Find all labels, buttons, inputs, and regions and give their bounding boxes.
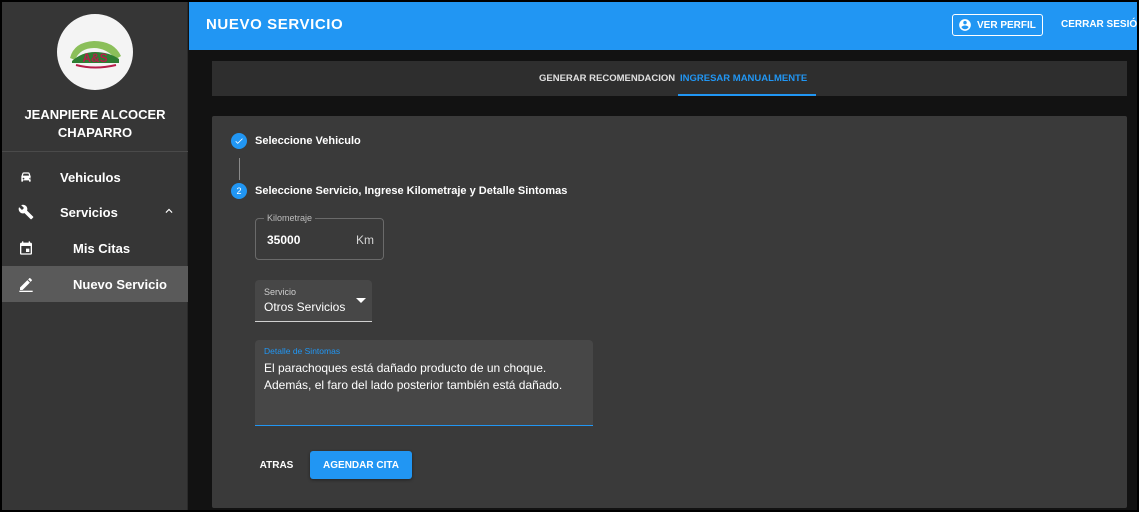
account-circle-icon	[959, 19, 971, 31]
calendar-icon	[20, 241, 32, 255]
detalle-sintomas-field[interactable]: Detalle de Sintomas El parachoques está …	[255, 340, 593, 426]
step-1-label[interactable]: Seleccione Vehiculo	[255, 135, 361, 147]
logout-button[interactable]: CERRAR SESIÓN	[1061, 19, 1137, 30]
schedule-appointment-button[interactable]: AGENDAR CITA	[310, 451, 412, 479]
app-window: A&S JEANPIERE ALCOCER CHAPARRO Vehiculos…	[0, 0, 1139, 512]
wrench-icon	[18, 204, 34, 220]
sidebar-item-label: Mis Citas	[73, 240, 131, 256]
kilometraje-field[interactable]: Kilometraje 35000 Km	[255, 213, 384, 260]
tab-bar: GENERAR RECOMENDACION INGRESAR MANUALMEN…	[212, 61, 1127, 96]
servicio-value: Otros Servicios	[264, 300, 346, 314]
tab-ingresar-manualmente[interactable]: INGRESAR MANUALMENTE	[680, 61, 807, 96]
detalle-sintomas-value[interactable]: El parachoques está dañado producto de u…	[264, 360, 589, 394]
user-name: JEANPIERE ALCOCER CHAPARRO	[24, 107, 166, 140]
sidebar-item-nuevo-servicio[interactable]: Nuevo Servicio	[2, 266, 188, 302]
view-profile-label: VER PERFIL	[977, 19, 1036, 31]
chevron-up-icon[interactable]	[162, 204, 176, 218]
step-complete-icon	[231, 133, 247, 149]
step-2-label: Seleccione Servicio, Ingrese Kilometraje…	[255, 185, 568, 197]
kilometraje-value[interactable]: 35000	[267, 233, 300, 247]
sidebar-item-label: Vehiculos	[60, 169, 121, 185]
pencil-icon	[19, 278, 33, 292]
sidebar-item-vehiculos[interactable]: Vehiculos	[2, 159, 188, 195]
tab-generar-recomendacion[interactable]: GENERAR RECOMENDACION	[539, 61, 675, 96]
dropdown-arrow-icon	[356, 298, 366, 303]
sidebar-item-label: Servicios	[60, 204, 118, 220]
sidebar-item-servicios[interactable]: Servicios	[2, 194, 188, 230]
servicio-label: Servicio	[264, 287, 297, 297]
company-logo: A&S	[57, 14, 133, 90]
top-app-bar: NUEVO SERVICIO VER PERFIL CERRAR SESIÓN	[189, 2, 1137, 50]
detalle-sintomas-label: Detalle de Sintomas	[264, 346, 341, 356]
active-tab-indicator	[678, 94, 816, 96]
sidebar-divider	[2, 151, 188, 152]
sidebar: A&S JEANPIERE ALCOCER CHAPARRO Vehiculos…	[2, 2, 188, 510]
kilometraje-suffix: Km	[356, 233, 374, 247]
view-profile-button[interactable]: VER PERFIL	[952, 14, 1043, 36]
car-icon	[21, 172, 32, 182]
kilometraje-label: Kilometraje	[264, 213, 316, 223]
svg-text:A&S: A&S	[82, 51, 107, 65]
step-connector	[239, 158, 240, 180]
sidebar-item-label: Nuevo Servicio	[73, 276, 167, 292]
page-title: NUEVO SERVICIO	[206, 16, 344, 33]
step-2-number: 2	[231, 183, 247, 199]
servicio-select[interactable]: Servicio Otros Servicios	[255, 280, 372, 322]
back-button[interactable]: ATRAS	[249, 451, 304, 479]
sidebar-item-mis-citas[interactable]: Mis Citas	[2, 230, 188, 266]
